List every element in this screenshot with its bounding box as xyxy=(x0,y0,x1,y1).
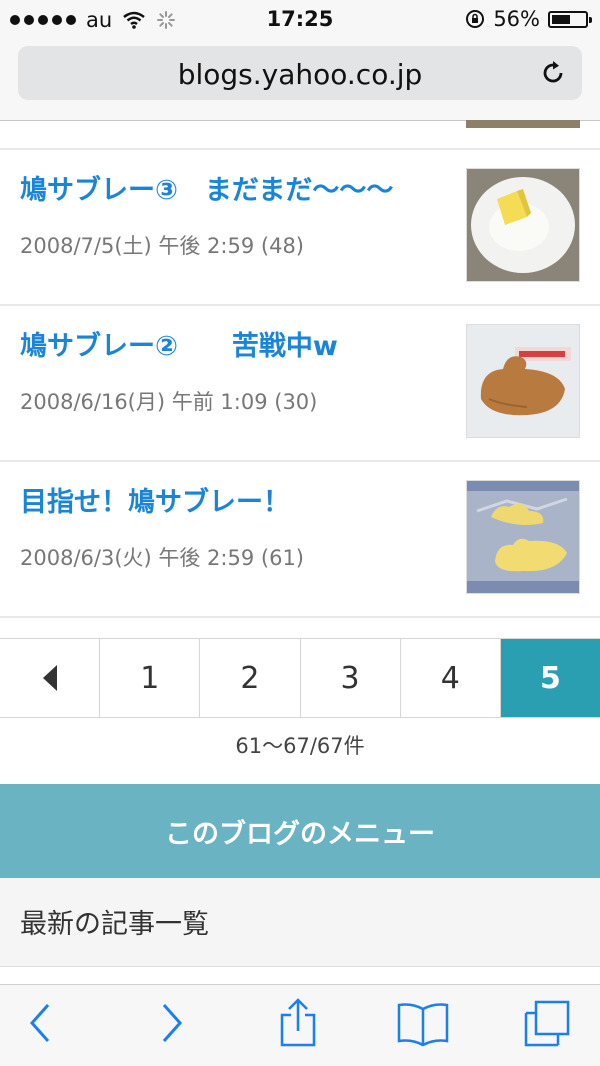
result-count: 61〜67/67件 xyxy=(235,734,365,758)
bookmarks-icon[interactable] xyxy=(396,1001,450,1047)
divider xyxy=(0,616,600,618)
browser-toolbar xyxy=(0,984,600,1066)
page-3-button[interactable]: 3 xyxy=(300,639,401,717)
blog-menu-header[interactable]: このブログのメニュー xyxy=(0,784,600,878)
page-4-button[interactable]: 4 xyxy=(400,639,501,717)
page-1-button[interactable]: 1 xyxy=(100,639,201,717)
menu-item-label: 最新の記事一覧 xyxy=(20,909,209,940)
battery-icon xyxy=(548,10,592,28)
menu-item-latest-articles[interactable]: 最新の記事一覧 xyxy=(0,878,600,967)
battery-percent: 56% xyxy=(493,7,540,31)
url-text: blogs.yahoo.co.jp xyxy=(177,58,423,91)
article-title[interactable]: 目指せ！鳩サブレー！ xyxy=(20,480,290,519)
article-item[interactable]: 鳩サブレー② 苦戦中w 2008/6/16(月) 午前 1:09 (30) xyxy=(0,306,600,460)
page-5-button-current[interactable]: 5 xyxy=(500,639,600,717)
article-meta: 2008/7/5(土) 午後 2:59 (48) xyxy=(20,234,304,258)
butter-sugar-photo[interactable] xyxy=(466,168,580,282)
article-item[interactable]: 目指せ！鳩サブレー！ 2008/6/3(火) 午後 2:59 (61) xyxy=(0,462,600,616)
browser-address-area: blogs.yahoo.co.jp xyxy=(0,40,600,121)
reload-icon[interactable] xyxy=(538,58,568,88)
forward-icon[interactable] xyxy=(154,1001,188,1045)
status-bar: au 17:25 56% xyxy=(0,0,600,40)
dough-on-foil-photo[interactable] xyxy=(466,480,580,594)
article-item[interactable]: 鳩サブレー③ まだまだ〜〜〜 2008/7/5(土) 午後 2:59 (48) xyxy=(0,150,600,304)
tabs-icon[interactable] xyxy=(522,999,572,1049)
pagination: 1 2 3 4 5 xyxy=(0,638,600,718)
dove-cookie-photo[interactable] xyxy=(466,324,580,438)
status-right: 56% xyxy=(465,7,592,31)
article-title[interactable]: 鳩サブレー③ まだまだ〜〜〜 xyxy=(20,168,393,207)
previous-page-button[interactable] xyxy=(0,639,101,717)
address-bar[interactable]: blogs.yahoo.co.jp xyxy=(18,46,582,100)
triangle-left-icon xyxy=(42,665,57,691)
back-icon[interactable] xyxy=(24,1001,58,1045)
orientation-lock-icon xyxy=(466,10,485,28)
article-meta: 2008/6/3(火) 午後 2:59 (61) xyxy=(20,546,304,570)
previous-article-thumbnail[interactable] xyxy=(466,120,580,128)
page-2-button[interactable]: 2 xyxy=(200,639,301,717)
article-title[interactable]: 鳩サブレー② 苦戦中w xyxy=(20,324,338,363)
share-icon[interactable] xyxy=(278,997,318,1049)
article-meta: 2008/6/16(月) 午前 1:09 (30) xyxy=(20,390,318,414)
